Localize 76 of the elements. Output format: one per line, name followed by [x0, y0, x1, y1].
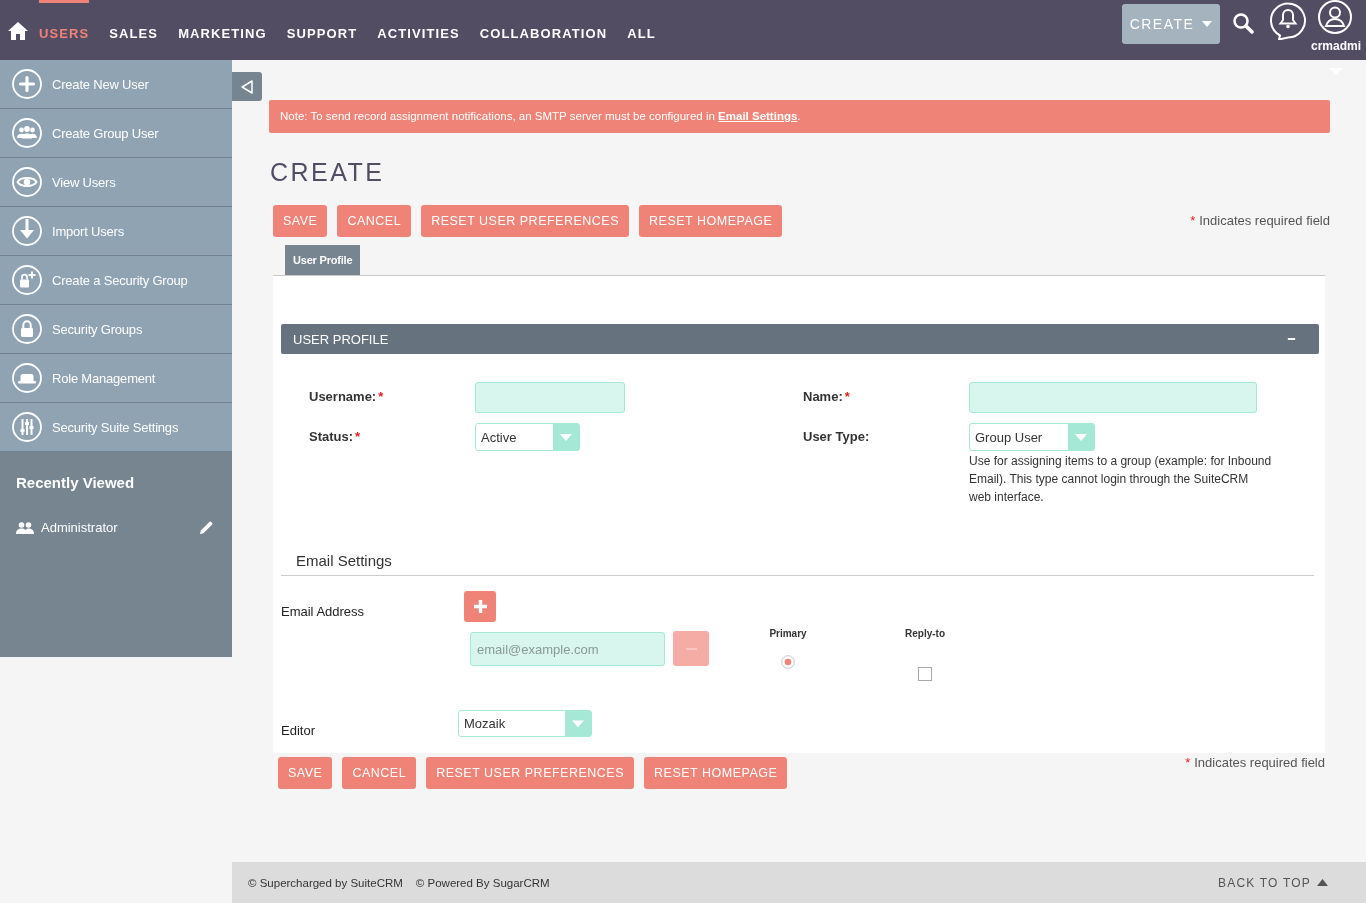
footer-credit: © Supercharged by SuiteCRM — [248, 876, 403, 889]
action-button[interactable]: RESET HOMEPAGE — [644, 757, 788, 789]
dropdown[interactable]: Group User — [969, 423, 1095, 451]
sidebar-item[interactable]: Create New User — [0, 60, 232, 109]
eye-icon — [12, 167, 42, 197]
action-button[interactable]: RESET USER PREFERENCES — [421, 205, 630, 237]
panel-title: USER PROFILE — [293, 331, 389, 347]
dropdown[interactable]: Mozaik — [458, 710, 592, 737]
group-icon — [12, 118, 42, 148]
action-button[interactable]: CANCEL — [337, 205, 412, 237]
nav-tab[interactable]: MARKETING — [178, 0, 267, 60]
sliders-icon — [12, 412, 42, 442]
back-to-top-link[interactable]: BACK TO TOP — [1218, 875, 1328, 890]
action-button[interactable]: RESET USER PREFERENCES — [426, 757, 635, 789]
home-icon[interactable] — [8, 22, 28, 40]
add-button[interactable] — [464, 591, 496, 622]
plus-icon — [473, 600, 487, 613]
tab[interactable]: User Profile — [285, 245, 361, 275]
nav-tab[interactable]: SALES — [109, 0, 159, 60]
field-label: Username:* — [309, 388, 385, 406]
user-name[interactable]: crmadmi — [1311, 39, 1366, 53]
plus-icon — [12, 69, 42, 99]
create-button[interactable]: CREATE — [1122, 4, 1220, 44]
text-field[interactable] — [969, 382, 1257, 413]
minus-icon — [1286, 338, 1297, 340]
section-title: Recently Viewed — [16, 474, 136, 491]
hat-icon — [12, 363, 42, 393]
field-label: Status:* — [309, 428, 362, 446]
checkbox[interactable] — [918, 667, 932, 681]
action-button[interactable]: CANCEL — [342, 757, 417, 789]
action-button[interactable]: SAVE — [278, 757, 333, 789]
lock-plus-icon — [12, 265, 42, 295]
sidebar-item[interactable]: Create a Security Group — [0, 256, 232, 305]
text-field[interactable] — [475, 382, 625, 413]
recent-item[interactable]: Administrator — [16, 520, 118, 535]
triangle-left-icon — [241, 79, 253, 94]
column-label: Reply-to — [905, 628, 945, 640]
nav-tab[interactable]: ALL — [627, 0, 656, 60]
nav-tab[interactable]: COLLABORATION — [479, 0, 608, 60]
sidebar-item[interactable]: Create Group User — [0, 109, 232, 158]
radio-button[interactable] — [781, 655, 795, 669]
nav-tab[interactable]: SUPPORT — [286, 0, 358, 60]
page-title: CREATE — [270, 158, 386, 186]
group-icon — [16, 521, 34, 534]
field-label: Email Address — [281, 603, 366, 621]
footer-credit: © Powered By SugarCRM — [415, 876, 550, 889]
sidebar-item[interactable]: View Users — [0, 158, 232, 207]
sidebar-item[interactable]: Import Users — [0, 207, 232, 256]
action-button[interactable]: SAVE — [273, 205, 328, 237]
caret-icon — [1068, 424, 1094, 450]
lock-icon — [12, 314, 42, 344]
section-title: Email Settings — [281, 550, 1314, 576]
bell-icon[interactable] — [1269, 0, 1307, 40]
alert-message: Note: To send record assignment notifications, an SMTP server must be configured in Email Settings. — [269, 100, 1330, 133]
search-icon[interactable] — [1232, 12, 1254, 34]
required-field-note: * Indicates required field — [1190, 213, 1330, 228]
caret-icon — [1202, 21, 1213, 27]
help-text: Use for assigning items to a group (example: for Inbound Email). This type cannot login through the SuiteCRM web interface. — [969, 453, 1272, 506]
action-button[interactable]: RESET HOMEPAGE — [639, 205, 783, 237]
pencil-icon[interactable] — [200, 521, 213, 534]
caret-icon — [553, 424, 579, 450]
nav-tab[interactable]: ACTIVITIES — [377, 0, 460, 60]
user-avatar-icon[interactable] — [1318, 0, 1352, 34]
caret-icon — [1317, 879, 1328, 886]
dropdown[interactable]: Active — [475, 423, 580, 451]
field-label: Name:* — [803, 388, 851, 406]
field-label: Editor — [281, 722, 316, 738]
required-field-note: * Indicates required field — [1185, 755, 1325, 770]
sidebar-toggle-button[interactable] — [232, 72, 262, 101]
sidebar-item[interactable]: Security Suite Settings — [0, 403, 232, 452]
sidebar-item[interactable]: Role Management — [0, 354, 232, 403]
column-label: Primary — [769, 628, 807, 640]
caret-icon — [565, 711, 591, 736]
email-field[interactable]: email@example.com — [470, 632, 665, 666]
sidebar-item[interactable]: Security Groups — [0, 305, 232, 354]
field-label: User Type: — [803, 428, 871, 446]
